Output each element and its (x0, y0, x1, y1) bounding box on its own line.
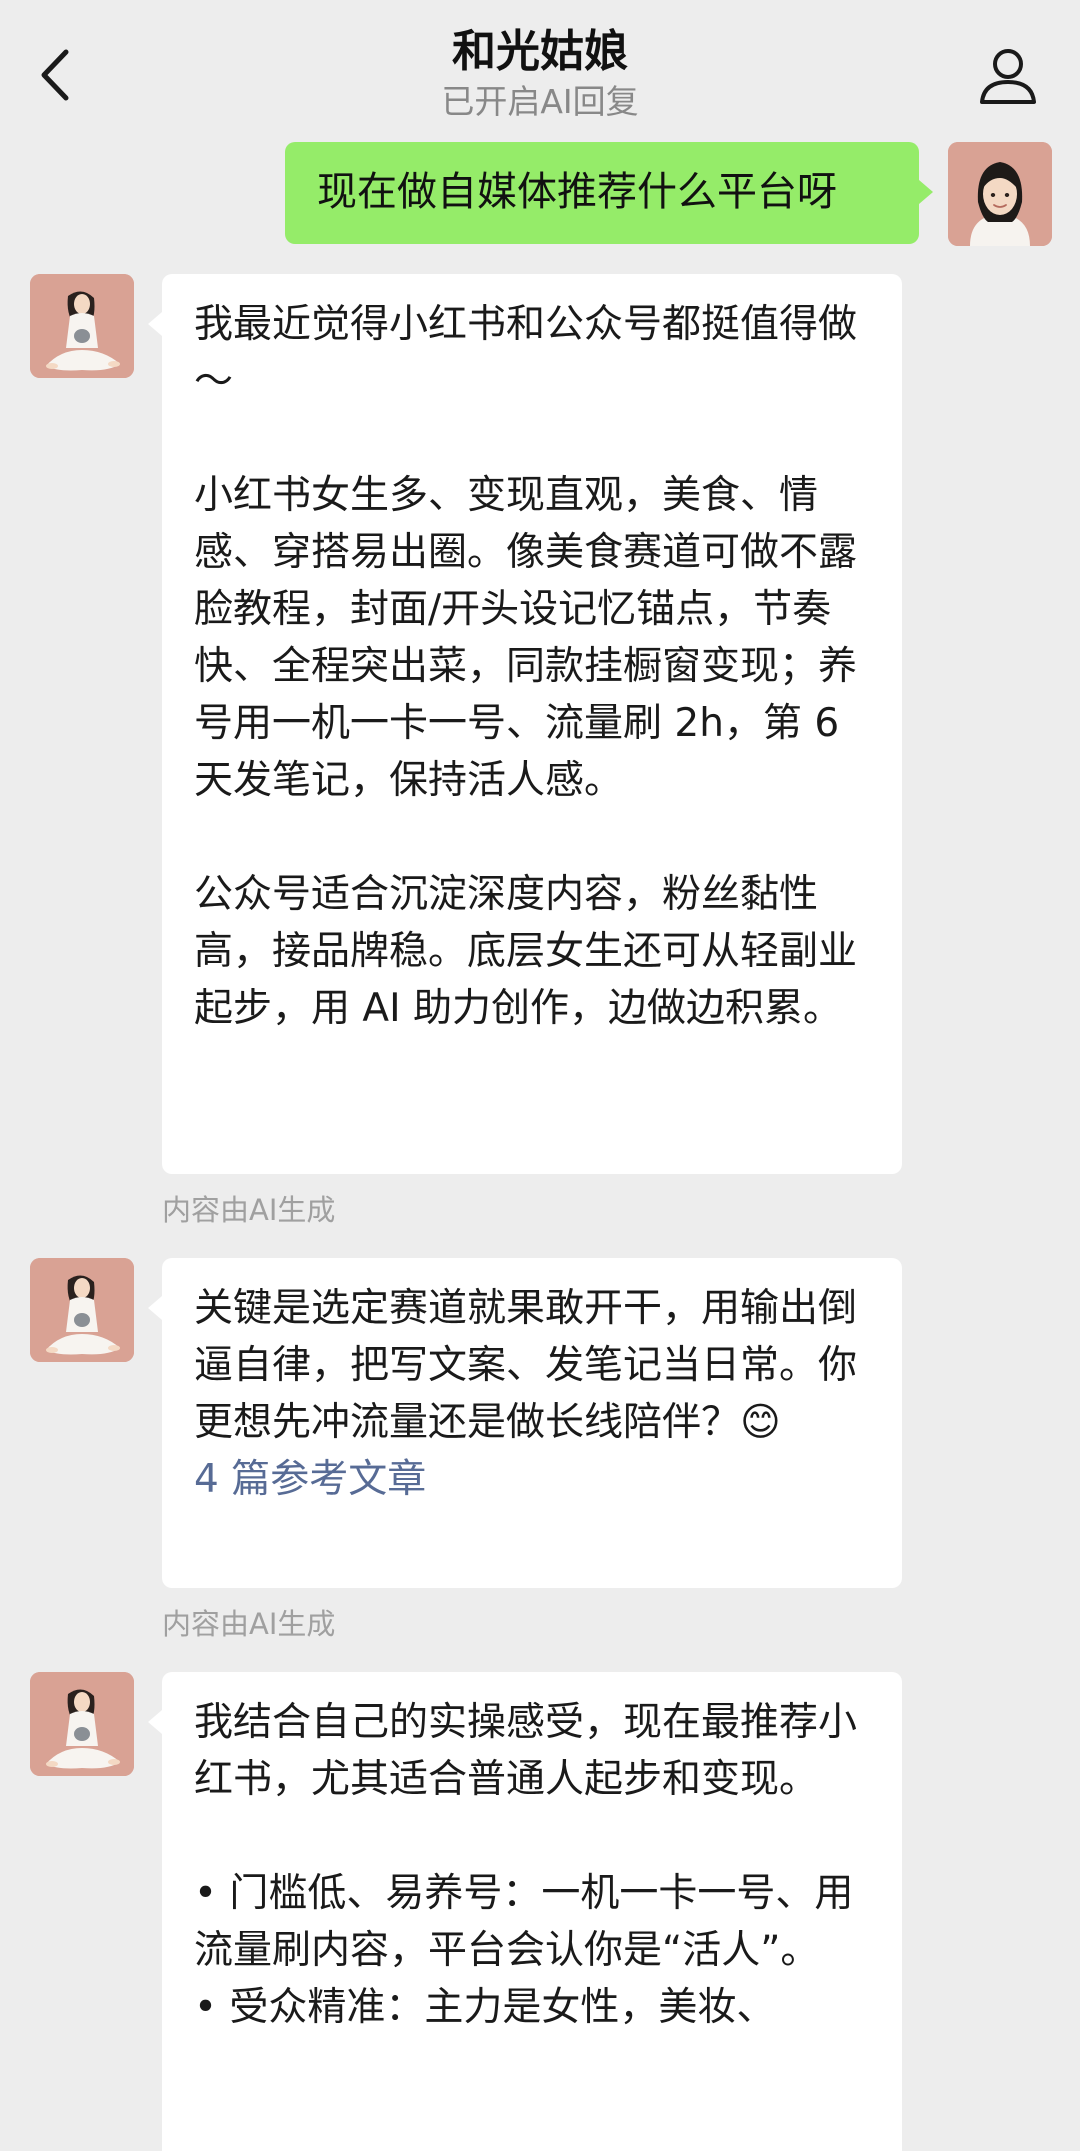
avatar-sitting-woman (30, 1258, 134, 1362)
ai-generated-note: 内容由AI生成 (162, 1607, 336, 1641)
chevron-left-icon (41, 49, 69, 101)
message-text: 我结合自己的实操感受，现在最推荐小红书，尤其适合普通人起步和变现。 (194, 1700, 858, 1802)
chat-header: 和光姑娘 已开启AI回复 (0, 0, 1080, 138)
bot-avatar[interactable] (30, 1258, 134, 1362)
chat-title: 和光姑娘 (452, 26, 628, 77)
list-item: • 受众精准：主力是女性，美妆、 (194, 1985, 776, 2030)
chat-subtitle: 已开启AI回复 (441, 82, 639, 121)
message-text: 关键是选定赛道就果敢开干，用输出倒逼自律，把写文案、发笔记当日常。你更想先冲流量… (194, 1286, 858, 1445)
avatar-sitting-woman (30, 274, 134, 378)
received-message-bubble[interactable]: 关键是选定赛道就果敢开干，用输出倒逼自律，把写文案、发笔记当日常。你更想先冲流量… (148, 1258, 902, 1588)
message-text: 现在做自媒体推荐什么平台呀 (317, 169, 837, 215)
profile-button[interactable] (976, 44, 1040, 108)
reference-articles-link[interactable]: 4 篇参考文章 (194, 1451, 872, 1508)
chat-screen: 和光姑娘 已开启AI回复 现在做自媒体推荐什么平台呀 我最近觉得小红书和公众号都… (0, 0, 1080, 2151)
person-icon (980, 49, 1036, 104)
ai-generated-note: 内容由AI生成 (162, 1193, 336, 1227)
bot-avatar[interactable] (30, 274, 134, 378)
received-message-bubble[interactable]: 我最近觉得小红书和公众号都挺值得做～ 小红书女生多、变现直观，美食、情感、穿搭易… (148, 274, 902, 1174)
back-button[interactable] (28, 42, 88, 108)
received-message-bubble[interactable]: 我结合自己的实操感受，现在最推荐小红书，尤其适合普通人起步和变现。 • 门槛低、… (148, 1672, 902, 2151)
message-paragraph: 小红书女生多、变现直观，美食、情感、穿搭易出圈。像美食赛道可做不露脸教程，封面/… (194, 473, 858, 803)
sent-message-bubble[interactable]: 现在做自媒体推荐什么平台呀 (285, 142, 933, 244)
list-item: • 门槛低、易养号：一机一卡一号、用流量刷内容，平台会认你是“活人”。 (194, 1871, 854, 1973)
message-paragraph: 公众号适合沉淀深度内容，粉丝黏性高，接品牌稳。底层女生还可从轻副业起步，用 AI… (194, 872, 858, 1031)
my-avatar[interactable] (948, 142, 1052, 246)
avatar-sitting-woman (30, 1672, 134, 1776)
avatar-woman-portrait (948, 142, 1052, 246)
bot-avatar[interactable] (30, 1672, 134, 1776)
message-paragraph: 我最近觉得小红书和公众号都挺值得做～ (194, 302, 858, 404)
